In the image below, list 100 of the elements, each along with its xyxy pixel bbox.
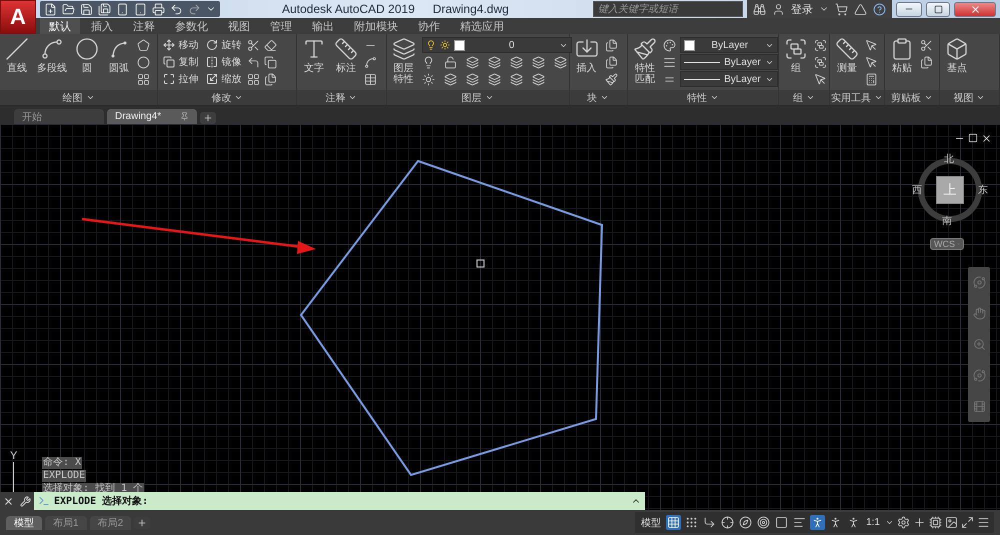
- dropdown-field[interactable]: ByLayer: [680, 37, 778, 53]
- panel-title[interactable]: 特性: [628, 90, 778, 105]
- undo-icon[interactable]: [170, 2, 183, 16]
- caret-icon[interactable]: [885, 518, 894, 527]
- settings-icon[interactable]: [897, 516, 910, 529]
- ribbon-tab[interactable]: 注释: [124, 18, 164, 34]
- panel-title[interactable]: 绘图: [0, 90, 158, 105]
- ribbon-tool[interactable]: 复制: [161, 54, 200, 70]
- ribbon-tab[interactable]: 参数化: [166, 18, 217, 34]
- select-icon[interactable]: [814, 72, 827, 86]
- search-field[interactable]: 键入关键字或短语: [593, 1, 743, 17]
- ribbon-tool[interactable]: 直线: [3, 37, 31, 74]
- ribbon-tool[interactable]: 旋转: [204, 37, 244, 53]
- dropdown-field[interactable]: ByLayer: [680, 71, 778, 87]
- save-as-icon[interactable]: [98, 2, 111, 16]
- panel-title[interactable]: 图层: [386, 90, 569, 105]
- panel-title[interactable]: 实用工具: [830, 90, 884, 105]
- ribbon-tool[interactable]: 拉伸: [161, 71, 200, 87]
- ribbon-tool[interactable]: 基点: [942, 37, 971, 74]
- copy-clip-icon[interactable]: [920, 56, 933, 68]
- close-button[interactable]: [954, 2, 996, 16]
- dropdown-field[interactable]: 0: [422, 37, 572, 53]
- polygon-icon[interactable]: [137, 38, 150, 52]
- lock-icon[interactable]: [444, 56, 457, 68]
- redo-icon[interactable]: [188, 2, 201, 16]
- quick-select-icon[interactable]: [864, 38, 878, 52]
- sun-icon[interactable]: [422, 72, 435, 86]
- ribbon-tool[interactable]: 镜像: [204, 54, 244, 70]
- ribbon-tab[interactable]: 协作: [409, 18, 449, 34]
- select-all-icon[interactable]: [864, 56, 878, 68]
- ribbon-tab[interactable]: 默认: [40, 18, 80, 34]
- binoculars-icon[interactable]: [753, 2, 766, 16]
- panel-title[interactable]: 剪贴板: [884, 90, 939, 105]
- ribbon-tool[interactable]: 特性匹配: [630, 37, 659, 85]
- ribbon-tool[interactable]: 多段线: [35, 37, 69, 74]
- ribbon-tab[interactable]: 管理: [261, 18, 301, 34]
- layout-tab[interactable]: 模型: [6, 516, 42, 530]
- plus-icon[interactable]: [913, 516, 926, 529]
- compass-west[interactable]: 西: [912, 183, 922, 197]
- ribbon-tool[interactable]: 文字: [300, 37, 328, 74]
- ribbon-tool[interactable]: 插入: [572, 37, 601, 74]
- phone-icon[interactable]: [116, 2, 129, 16]
- ribbon-tool[interactable]: 粘贴: [888, 37, 916, 74]
- cut-icon[interactable]: [920, 38, 933, 52]
- dropdown-field[interactable]: ByLayer: [680, 54, 778, 70]
- file-tab[interactable]: Drawing4*: [107, 109, 197, 124]
- minimize-button[interactable]: [896, 2, 922, 16]
- ribbon-tab[interactable]: 输出: [303, 18, 343, 34]
- ribbon-tool[interactable]: 组: [782, 37, 810, 74]
- color-wheel-icon[interactable]: [662, 38, 676, 52]
- ribbon-tool[interactable]: 圆弧: [105, 37, 133, 74]
- save-icon[interactable]: [80, 2, 93, 16]
- ribbon-tool[interactable]: 标注: [332, 37, 360, 74]
- ribbon-tool[interactable]: 移动: [161, 37, 200, 53]
- sign-in-link[interactable]: 登录: [791, 2, 813, 16]
- ribbon-tab[interactable]: 视图: [219, 18, 259, 34]
- new-tab-button[interactable]: [200, 112, 216, 124]
- fullscreen-icon[interactable]: [961, 516, 974, 529]
- layer-icon[interactable]: [532, 56, 545, 68]
- new-file-icon[interactable]: [44, 2, 57, 16]
- ribbon-tab[interactable]: 附加模块: [345, 18, 407, 34]
- layer-icon[interactable]: [532, 72, 545, 86]
- panel-title[interactable]: 组: [778, 90, 829, 105]
- layer-icon[interactable]: [488, 56, 501, 68]
- layer-icon[interactable]: [488, 72, 501, 86]
- layer-icon[interactable]: [554, 56, 567, 68]
- restore-icon[interactable]: [968, 133, 978, 143]
- panel-title[interactable]: 块: [570, 90, 627, 105]
- layer-icon[interactable]: [466, 56, 479, 68]
- close-icon[interactable]: [981, 133, 992, 144]
- ribbon-tool[interactable]: 缩放: [204, 71, 244, 87]
- cart-icon[interactable]: [835, 2, 848, 16]
- ribbon-tab[interactable]: 精选应用: [451, 18, 513, 34]
- compass-south[interactable]: 南: [942, 214, 952, 228]
- layer-icon[interactable]: [510, 56, 523, 68]
- user-icon[interactable]: [772, 2, 785, 16]
- panel-title[interactable]: 视图: [940, 90, 999, 105]
- compass-north[interactable]: 北: [944, 152, 954, 166]
- menu-icon[interactable]: [977, 516, 990, 529]
- help-icon[interactable]: [873, 2, 886, 16]
- layer-icon[interactable]: [444, 72, 457, 86]
- model-space-button[interactable]: 模型: [639, 516, 664, 530]
- calculator-icon[interactable]: [864, 72, 878, 86]
- layer-icon[interactable]: [466, 72, 479, 86]
- drawing-canvas[interactable]: 北 西 上 东 南 WCS Y 命令: X EXPLODE 选择对象: 找到 1 个 EXPLODE 选择对象:: [0, 124, 1000, 510]
- layer-icon[interactable]: [510, 72, 523, 86]
- ribbon-tool[interactable]: 测量: [832, 37, 861, 74]
- printer-icon[interactable]: [152, 2, 165, 16]
- table-icon[interactable]: [364, 72, 378, 86]
- ribbon-tab[interactable]: 插入: [82, 18, 122, 34]
- command-line-field[interactable]: EXPLODE 选择对象:: [34, 492, 645, 510]
- lineweight-icon[interactable]: [662, 56, 676, 68]
- annotation-scale-button[interactable]: 1:1: [864, 517, 882, 528]
- folder-icon[interactable]: [62, 2, 75, 16]
- eraser-icon[interactable]: [264, 38, 278, 52]
- maximize-button[interactable]: [926, 2, 950, 16]
- panel-title[interactable]: 注释: [297, 90, 386, 105]
- ribbon-tool[interactable]: 图层特性: [390, 37, 418, 85]
- triangle-icon[interactable]: [854, 2, 867, 16]
- tablet-icon[interactable]: [134, 2, 147, 16]
